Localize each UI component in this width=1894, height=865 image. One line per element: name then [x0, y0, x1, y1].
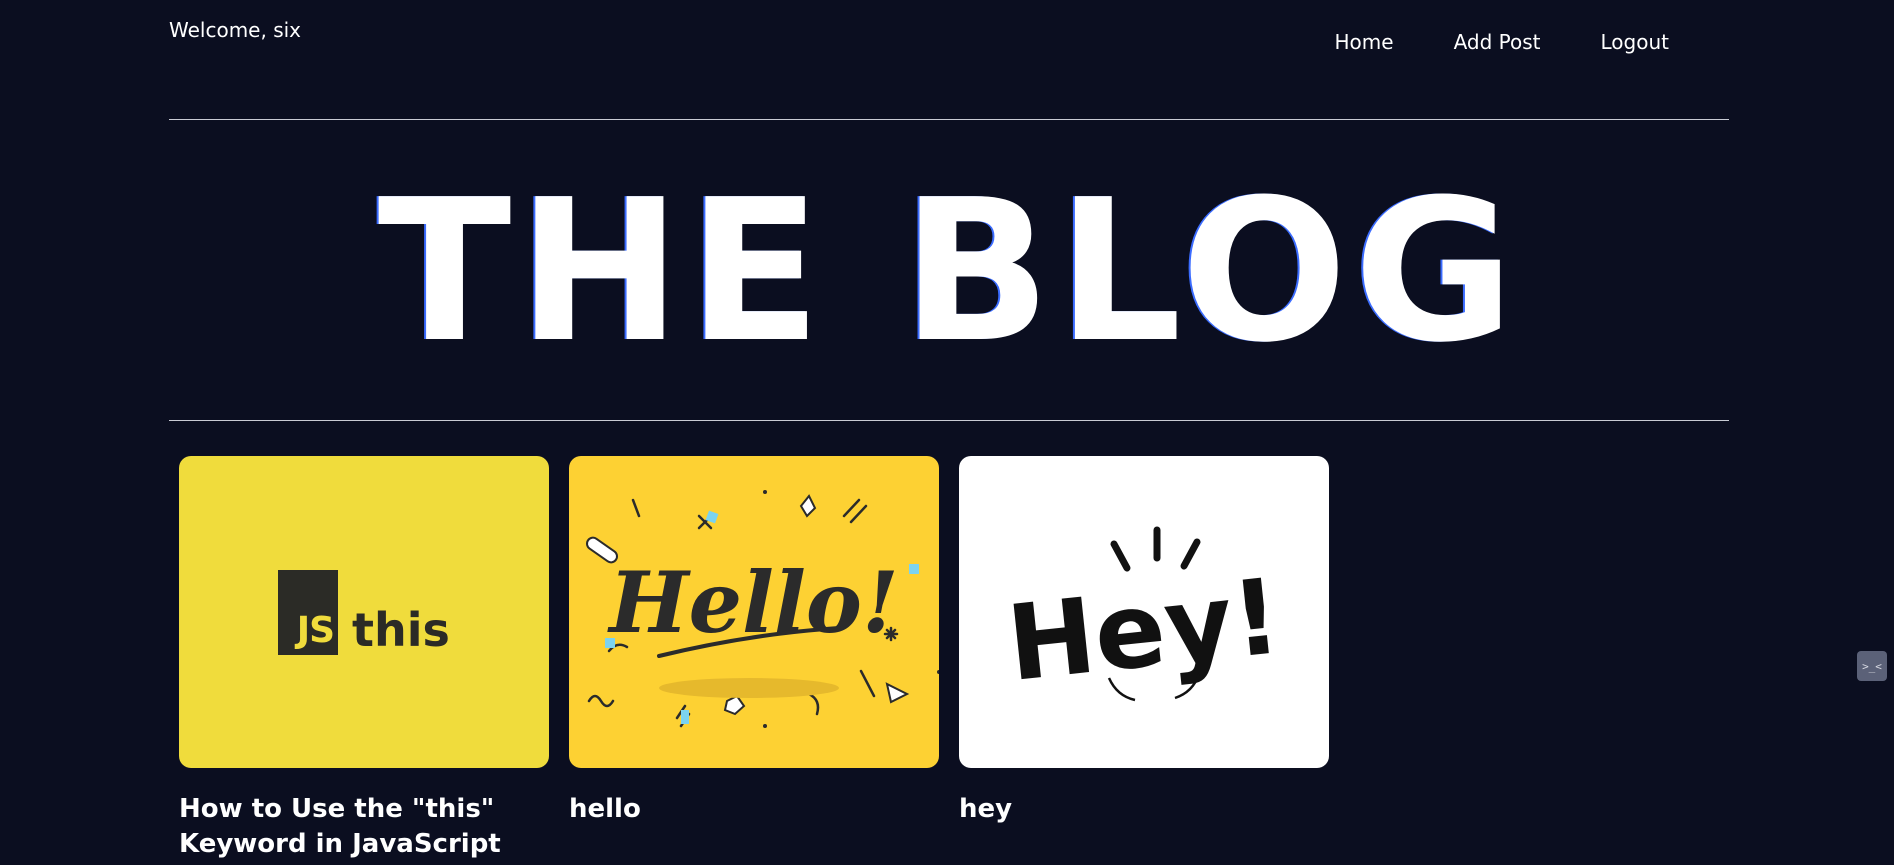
blog-title: THE BLOG	[377, 158, 1521, 386]
js-this-logo: JS this	[278, 569, 450, 657]
hey-illustration: Hey!	[1002, 526, 1286, 705]
nav-add-post-link[interactable]: Add Post	[1424, 26, 1571, 58]
site-header: Welcome, six Home Add Post Logout	[169, 0, 1729, 119]
post-title[interactable]: hello	[569, 792, 939, 827]
post-thumbnail[interactable]: Hey!	[959, 456, 1329, 768]
svg-text:Hey!: Hey!	[1002, 555, 1286, 705]
welcome-message: Welcome, six	[169, 18, 302, 42]
terminal-face-icon[interactable]: >_<	[1857, 651, 1887, 681]
js-badge-icon: JS	[278, 569, 339, 655]
post-card[interactable]: JS this How to Use the "this" Keyword in…	[179, 456, 549, 862]
hero-banner: THE BLOG	[169, 120, 1729, 420]
post-card[interactable]: Hello! hello	[569, 456, 939, 862]
post-card[interactable]: Hey! hey	[959, 456, 1329, 862]
main-nav: Home Add Post Logout	[1305, 26, 1699, 58]
divider-bottom	[169, 420, 1729, 421]
hello-illustration: Hello!	[585, 490, 939, 728]
post-grid: JS this How to Use the "this" Keyword in…	[179, 456, 1329, 862]
post-thumbnail[interactable]: JS this	[179, 456, 549, 768]
nav-home-link[interactable]: Home	[1305, 26, 1424, 58]
this-word: this	[352, 602, 450, 657]
nav-logout-link[interactable]: Logout	[1571, 26, 1699, 58]
post-title[interactable]: hey	[959, 792, 1329, 827]
post-title[interactable]: How to Use the "this" Keyword in JavaScr…	[179, 792, 549, 862]
post-thumbnail[interactable]: Hello!	[569, 456, 939, 768]
